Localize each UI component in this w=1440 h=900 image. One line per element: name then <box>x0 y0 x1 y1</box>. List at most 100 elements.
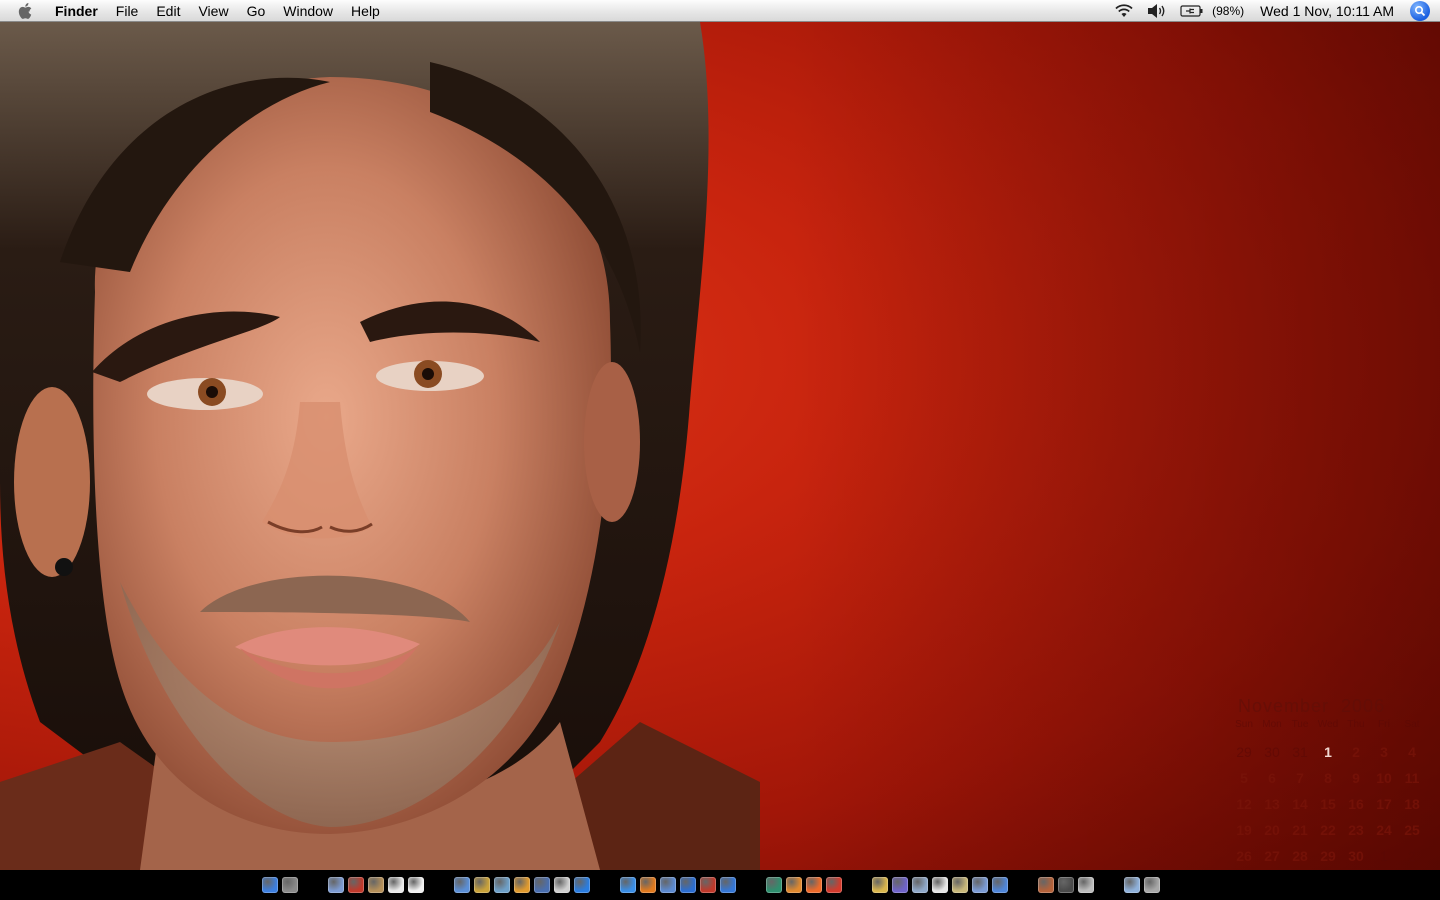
calendar-day: 24 <box>1376 822 1392 838</box>
adium-icon[interactable] <box>700 877 716 893</box>
calendar-day: 30 <box>1264 744 1280 760</box>
utility-icon-1[interactable] <box>872 877 888 893</box>
utility-icon-7[interactable] <box>992 877 1008 893</box>
idvd-icon[interactable] <box>534 877 550 893</box>
calendar-day: 1 <box>1324 744 1332 760</box>
photoshop-icon[interactable] <box>806 877 822 893</box>
apple-icon[interactable] <box>16 0 36 22</box>
weekday-label: Tue <box>1291 719 1309 730</box>
ipod-icon[interactable] <box>554 877 570 893</box>
calendar-day: 21 <box>1292 822 1308 838</box>
weekday-label: Mon <box>1262 719 1282 730</box>
menu-file[interactable]: File <box>107 0 148 22</box>
internet-explorer-icon[interactable] <box>680 877 696 893</box>
calendar-day: 12 <box>1236 796 1252 812</box>
calendar-day: 16 <box>1348 796 1364 812</box>
quicktime-icon[interactable] <box>574 877 590 893</box>
garageband-icon[interactable] <box>474 877 490 893</box>
menu-app-finder[interactable]: Finder <box>46 0 107 22</box>
utility-icon-2[interactable] <box>892 877 908 893</box>
finder-icon[interactable] <box>262 877 278 893</box>
calendar-day: 13 <box>1264 796 1280 812</box>
calendar-day: 28 <box>1292 848 1308 864</box>
dreamweaver-icon[interactable] <box>766 877 782 893</box>
utility-icon-4[interactable] <box>932 877 948 893</box>
calendar-day: 29 <box>1236 744 1252 760</box>
calendar-day: 23 <box>1348 822 1364 838</box>
battery-icon[interactable] <box>1180 4 1204 18</box>
menu-edit[interactable]: Edit <box>147 0 189 22</box>
battery-percentage: (98%) <box>1212 3 1245 18</box>
textedit-icon[interactable] <box>408 877 424 893</box>
camino-icon[interactable] <box>660 877 676 893</box>
dock-items <box>260 877 1162 893</box>
calendar-day: 7 <box>1296 770 1304 786</box>
calendar-week: 26 27 28 29 30 1 2 <box>1230 848 1430 870</box>
wallpaper-portrait <box>0 22 760 870</box>
calendar-day: 26 <box>1236 848 1252 864</box>
utility-icon-3[interactable] <box>912 877 928 893</box>
terminal-icon[interactable] <box>1058 877 1074 893</box>
volume-icon[interactable] <box>1146 3 1168 19</box>
calendar-year: 2006 <box>1341 696 1386 716</box>
calendar-day: 30 <box>1348 848 1364 864</box>
menubar-clock[interactable]: Wed 1 Nov, 10:11 AM <box>1260 3 1394 19</box>
calendar-day: 22 <box>1320 822 1336 838</box>
calendar-week: 29 30 31 1 2 3 4 <box>1230 744 1430 770</box>
calendar-weekdays: Sun Mon Tue Wed Thu Fri Sat <box>1230 719 1430 730</box>
address-book-icon[interactable] <box>368 877 384 893</box>
calendar-day: 29 <box>1320 848 1336 864</box>
flash-icon[interactable] <box>826 877 842 893</box>
menu-help[interactable]: Help <box>342 0 389 22</box>
menu-window[interactable]: Window <box>274 0 342 22</box>
desktop-calendar: November 2006 Sun Mon Tue Wed Thu Fri Sat… <box>1230 696 1430 870</box>
calendar-day: 19 <box>1236 822 1252 838</box>
weekday-label: Thu <box>1347 719 1365 730</box>
calendar-week: 19 20 21 22 23 24 25 <box>1230 822 1430 848</box>
calendar-day: 8 <box>1324 770 1332 786</box>
ical-icon[interactable] <box>388 877 404 893</box>
calendar-title: November 2006 <box>1238 696 1430 717</box>
paint-icon[interactable] <box>1038 877 1054 893</box>
weekday-label: Sun <box>1235 719 1253 730</box>
preview-icon[interactable] <box>328 877 344 893</box>
menu-extras: (98%) Wed 1 Nov, 10:11 AM <box>1108 0 1440 22</box>
firefox-icon[interactable] <box>640 877 656 893</box>
calendar-day: 2 <box>1352 744 1360 760</box>
itunes-icon[interactable] <box>454 877 470 893</box>
calendar-day: 5 <box>1240 770 1248 786</box>
weekday-label: Sat <box>1404 719 1420 730</box>
calendar-day: 1 <box>1380 848 1388 864</box>
spotlight-icon[interactable] <box>1410 0 1430 21</box>
imovie-icon[interactable] <box>514 877 530 893</box>
calendar-day: 15 <box>1320 796 1336 812</box>
calendar-grid: 29 30 31 1 2 3 4 5 6 7 8 9 10 11 12 13 14 15 16 17 18 19 20 21 2… <box>1230 744 1430 870</box>
system-preferences-icon[interactable] <box>282 877 298 893</box>
utility-icon-5[interactable] <box>952 877 968 893</box>
menu-view[interactable]: View <box>189 0 237 22</box>
iphoto-icon[interactable] <box>494 877 510 893</box>
calendar-day: 9 <box>1352 770 1360 786</box>
safari-icon[interactable] <box>620 877 636 893</box>
illustrator-icon[interactable] <box>786 877 802 893</box>
menu-go[interactable]: Go <box>238 0 275 22</box>
weekday-label: Wed <box>1317 719 1339 730</box>
menu-bar: Finder File Edit View Go Window Help (98… <box>0 0 1440 22</box>
calendar-day: 3 <box>1380 744 1388 760</box>
acrobat-icon[interactable] <box>348 877 364 893</box>
calendar-day: 31 <box>1292 744 1308 760</box>
disk-utility-icon[interactable] <box>1078 877 1094 893</box>
wifi-icon[interactable] <box>1114 3 1134 19</box>
calendar-day: 6 <box>1268 770 1276 786</box>
trash-icon[interactable] <box>1144 877 1160 893</box>
calendar-day: 18 <box>1404 796 1420 812</box>
downloads-stack-icon[interactable] <box>1124 877 1140 893</box>
utility-icon-6[interactable] <box>972 877 988 893</box>
mail-icon[interactable] <box>720 877 736 893</box>
calendar-day: 4 <box>1408 744 1416 760</box>
calendar-day: 14 <box>1292 796 1308 812</box>
weekday-label: Fri <box>1378 719 1390 730</box>
calendar-day: 17 <box>1376 796 1392 812</box>
calendar-day: 10 <box>1376 770 1392 786</box>
calendar-month: November <box>1238 696 1330 716</box>
